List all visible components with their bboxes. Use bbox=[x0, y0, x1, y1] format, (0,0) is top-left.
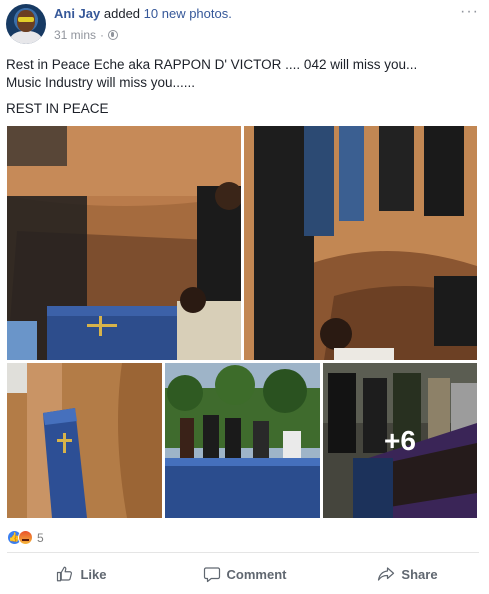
post-text: Rest in Peace Eche aka RAPPON D' VICTOR … bbox=[6, 56, 476, 126]
share-button-label: Share bbox=[401, 566, 438, 582]
post-meta: 31 mins · bbox=[54, 28, 119, 42]
avatar-shirt bbox=[10, 31, 42, 44]
photos-link[interactable]: 10 new photos. bbox=[144, 6, 232, 21]
more-horizontal-icon[interactable]: ··· bbox=[460, 3, 479, 21]
photo-4[interactable] bbox=[165, 363, 320, 518]
post-text-paragraph-2: REST IN PEACE bbox=[6, 101, 109, 116]
post-header-line: Ani Jay added 10 new photos. bbox=[54, 6, 232, 21]
post-text-line-1: Rest in Peace Eche aka RAPPON D' VICTOR … bbox=[6, 57, 418, 72]
post-text-line-2: Music Industry will miss you...... bbox=[6, 75, 196, 90]
reaction-count[interactable]: 5 bbox=[37, 531, 44, 545]
facebook-post: Ani Jay added 10 new photos. 31 mins · ·… bbox=[0, 0, 489, 594]
like-button-label: Like bbox=[80, 566, 107, 582]
photo-1-illustration bbox=[7, 126, 241, 360]
share-button[interactable]: Share bbox=[326, 556, 489, 592]
post-actions-bar: Like Comment Share bbox=[0, 556, 489, 592]
author-name[interactable]: Ani Jay bbox=[54, 6, 100, 21]
comment-button[interactable]: Comment bbox=[163, 556, 326, 592]
photo-2[interactable] bbox=[244, 126, 477, 360]
photo-3-illustration bbox=[7, 363, 162, 518]
post-action-text: added bbox=[103, 6, 141, 21]
like-button[interactable]: Like bbox=[0, 556, 163, 592]
reactions-summary[interactable]: 👍 5 bbox=[7, 530, 44, 545]
actions-divider bbox=[7, 552, 479, 553]
globe-icon[interactable] bbox=[108, 30, 119, 40]
meta-separator: · bbox=[100, 28, 105, 42]
photo-2-illustration bbox=[244, 126, 477, 360]
photo-1[interactable] bbox=[7, 126, 241, 360]
more-photos-overlay[interactable]: +6 bbox=[323, 363, 477, 518]
share-arrow-icon bbox=[378, 567, 395, 581]
post-text-paragraph-1: Rest in Peace Eche aka RAPPON D' VICTOR … bbox=[6, 56, 476, 92]
photo-3[interactable] bbox=[7, 363, 162, 518]
comment-button-label: Comment bbox=[226, 566, 287, 582]
author-avatar[interactable] bbox=[6, 4, 46, 44]
angry-reaction-icon bbox=[18, 530, 33, 545]
photo-4-illustration bbox=[165, 363, 320, 518]
post-timestamp[interactable]: 31 mins bbox=[54, 28, 96, 42]
avatar-sunglasses bbox=[18, 17, 34, 22]
more-photos-count: +6 bbox=[384, 424, 416, 456]
photo-5[interactable]: +6 bbox=[323, 363, 477, 518]
thumbs-up-icon bbox=[57, 566, 73, 582]
comment-bubble-icon bbox=[203, 567, 220, 583]
